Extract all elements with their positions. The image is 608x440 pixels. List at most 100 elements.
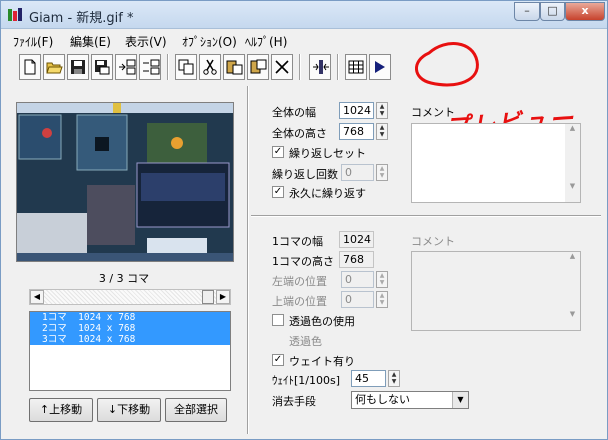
global-height-field[interactable]: 768 <box>339 123 374 140</box>
loop-count-label: 繰り返し回数 <box>272 168 338 181</box>
top-position-label: 上端の位置 <box>272 295 327 308</box>
menu-view[interactable]: 表示(V) <box>125 33 167 50</box>
top-position-spinner[interactable]: ▲ ▼ <box>376 291 388 308</box>
loop-count-field[interactable]: 0 <box>341 164 374 181</box>
transparent-label: 透過色の使用 <box>289 315 355 328</box>
wait-label: ウェイト有り <box>289 355 355 368</box>
toolbar-separator <box>167 54 169 80</box>
frame-preview <box>16 102 234 262</box>
menu-help[interactable]: ﾍﾙﾌﾟ(H) <box>245 33 287 50</box>
toolbar-separator <box>337 54 339 80</box>
frame-comment-scrollbar[interactable]: ▲ ▼ <box>565 252 580 330</box>
save-as-button[interactable] <box>91 54 113 80</box>
save-as-icon <box>95 60 110 75</box>
scroll-left-arrow[interactable]: ◀ <box>30 290 44 304</box>
paste-before-button[interactable] <box>223 54 245 80</box>
copy-icon <box>178 59 194 75</box>
insert-frame-icon <box>119 59 136 75</box>
left-position-spinner[interactable]: ▲ ▼ <box>376 271 388 288</box>
play-icon <box>375 61 385 73</box>
minimize-button[interactable]: – <box>514 2 540 21</box>
global-comment-label: コメント <box>411 106 455 119</box>
menu-file[interactable]: ﾌｧｲﾙ(F) <box>13 33 53 50</box>
frame-counter: 3 / 3 コマ <box>98 272 150 285</box>
cut-icon <box>203 59 217 75</box>
forever-label: 永久に繰り返す <box>289 187 366 200</box>
toolbar <box>7 52 607 86</box>
left-position-label: 左端の位置 <box>272 275 327 288</box>
save-icon <box>71 60 85 74</box>
left-position-field[interactable]: 0 <box>341 271 374 288</box>
close-button[interactable]: x <box>565 2 605 21</box>
delete-icon <box>275 60 289 74</box>
transparent-color-label: 透過色 <box>289 335 322 348</box>
wait-time-label: ｳｪｲﾄ[1/100s] <box>272 374 341 387</box>
loop-label: 繰り返しセット <box>289 147 366 160</box>
forever-checkbox[interactable]: ✓ <box>272 186 284 198</box>
comment-scrollbar[interactable]: ▲ ▼ <box>565 124 580 202</box>
dispose-label: 消去手段 <box>272 395 316 408</box>
fit-icon <box>313 60 329 74</box>
menu-bar: ﾌｧｲﾙ(F) 編集(E) 表示(V) ｵﾌﾟｼｮﾝ(O) ﾍﾙﾌﾟ(H) <box>1 30 607 50</box>
new-icon <box>24 59 36 75</box>
frame-comment-label: コメント <box>411 235 455 248</box>
copy-button[interactable] <box>175 54 197 80</box>
app-icon <box>8 8 22 21</box>
move-down-button[interactable]: ↓下移動 <box>97 398 161 422</box>
list-item[interactable]: 2コマ 1024 x 768 <box>30 323 230 334</box>
global-height-label: 全体の高さ <box>272 127 327 140</box>
frame-scrollbar[interactable]: ◀ ▶ <box>29 289 231 305</box>
title-bar[interactable]: Giam - 新規.gif * – □ x <box>1 1 607 29</box>
delete-button[interactable] <box>271 54 293 80</box>
play-button[interactable] <box>369 54 391 80</box>
global-width-label: 全体の幅 <box>272 106 316 119</box>
frame-height-label: 1コマの高さ <box>272 255 334 268</box>
scroll-right-arrow[interactable]: ▶ <box>216 290 230 304</box>
frame-comment-field[interactable]: ▲ ▼ <box>411 251 581 331</box>
dispose-select-value: 何もしない <box>355 393 410 406</box>
transparent-checkbox[interactable] <box>272 314 284 326</box>
insert-frames-button[interactable] <box>139 54 161 80</box>
paste-after-button[interactable] <box>247 54 269 80</box>
wait-checkbox[interactable]: ✓ <box>272 354 284 366</box>
preview-image <box>17 103 233 261</box>
move-up-button[interactable]: ↑上移動 <box>29 398 93 422</box>
maximize-button[interactable]: □ <box>540 2 565 21</box>
global-width-spinner[interactable]: ▲ ▼ <box>376 102 388 119</box>
global-width-field[interactable]: 1024 <box>339 102 374 119</box>
frame-list[interactable]: 1コマ 1024 x 768 2コマ 1024 x 768 3コマ 1024 x… <box>29 311 231 391</box>
toolbar-separator <box>299 54 301 80</box>
scroll-thumb[interactable] <box>202 290 214 304</box>
menu-options[interactable]: ｵﾌﾟｼｮﾝ(O) <box>182 33 237 50</box>
dispose-select[interactable]: 何もしない ▼ <box>351 391 469 409</box>
grid-button[interactable] <box>345 54 367 80</box>
frame-width-field: 1024 <box>339 231 374 248</box>
list-item[interactable]: 3コマ 1024 x 768 <box>30 334 230 345</box>
cut-button[interactable] <box>199 54 221 80</box>
save-button[interactable] <box>67 54 89 80</box>
frame-height-field: 768 <box>339 251 374 268</box>
list-item[interactable]: 1コマ 1024 x 768 <box>30 312 230 323</box>
horizontal-splitter <box>251 215 601 217</box>
insert-frame-button[interactable] <box>115 54 137 80</box>
frame-width-label: 1コマの幅 <box>272 235 323 248</box>
new-button[interactable] <box>19 54 41 80</box>
menu-edit[interactable]: 編集(E) <box>70 33 111 50</box>
global-height-spinner[interactable]: ▲ ▼ <box>376 123 388 140</box>
open-icon <box>46 62 63 74</box>
wait-time-field[interactable]: 45 <box>351 370 386 387</box>
loop-count-spinner[interactable]: ▲ ▼ <box>376 164 388 181</box>
open-button[interactable] <box>43 54 65 80</box>
paste-before-icon <box>226 60 243 75</box>
top-position-field[interactable]: 0 <box>341 291 374 308</box>
select-all-button[interactable]: 全部選択 <box>165 398 227 422</box>
global-comment-field[interactable]: ▲ ▼ <box>411 123 581 203</box>
wait-time-spinner[interactable]: ▲ ▼ <box>388 370 400 387</box>
chevron-down-icon[interactable]: ▼ <box>452 392 468 408</box>
vertical-splitter <box>247 86 249 434</box>
loop-checkbox[interactable]: ✓ <box>272 146 284 158</box>
grid-icon <box>348 60 364 74</box>
paste-after-icon <box>250 59 267 74</box>
fit-button[interactable] <box>309 54 331 80</box>
app-window: Giam - 新規.gif * – □ x ﾌｧｲﾙ(F) 編集(E) 表示(V… <box>0 0 608 440</box>
